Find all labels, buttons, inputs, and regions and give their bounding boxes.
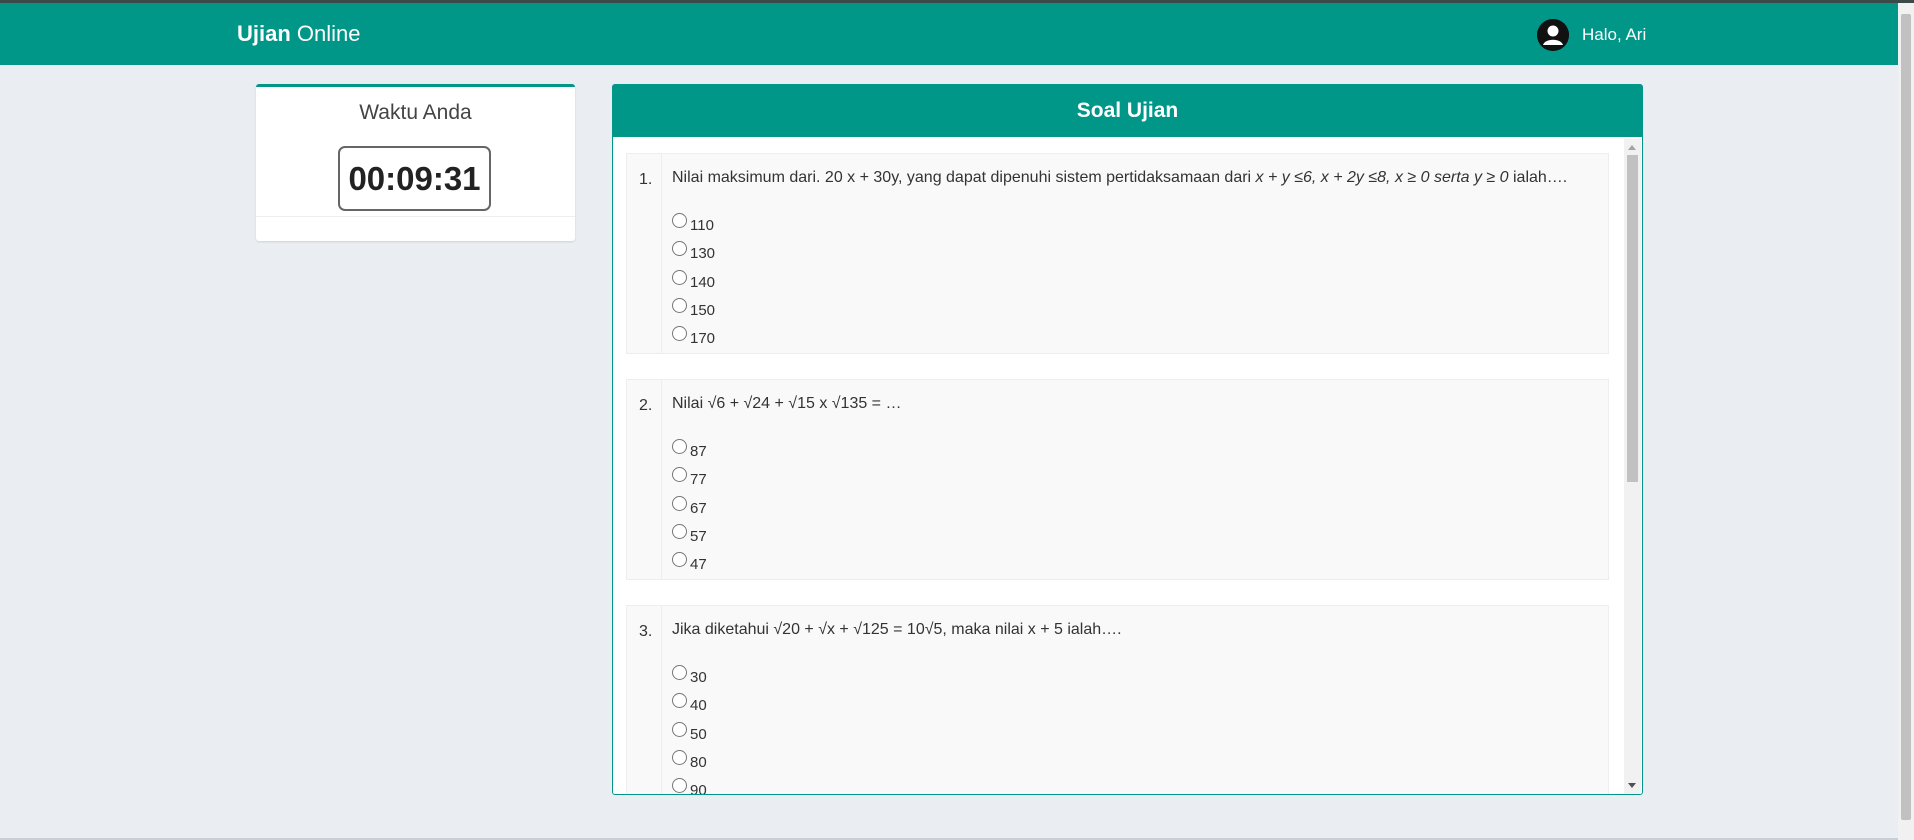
question-list-scrollbar[interactable] — [1624, 139, 1641, 794]
exam-title: Soal Ujian — [613, 85, 1642, 137]
answer-option[interactable]: 77 — [672, 463, 707, 491]
answer-option[interactable]: 87 — [672, 435, 707, 463]
answer-options: 30 40 50 80 90 — [672, 661, 707, 794]
answer-option[interactable]: 130 — [672, 237, 715, 265]
user-avatar-icon — [1537, 19, 1569, 51]
option-label: 67 — [690, 499, 707, 517]
question-item: 2. Nilai √6 + √24 + √15 x √135 = … 87 77… — [626, 379, 1609, 580]
radio-button[interactable] — [672, 467, 687, 483]
question-item: 3. Jika diketahui √20 + √x + √125 = 10√5… — [626, 605, 1609, 794]
answer-option[interactable]: 47 — [672, 548, 707, 576]
radio-button[interactable] — [672, 524, 687, 540]
question-number: 3. — [639, 623, 653, 640]
brand-logo[interactable]: Ujian Online — [237, 21, 361, 47]
option-label: 150 — [690, 302, 716, 320]
option-label: 57 — [690, 528, 707, 546]
radio-button[interactable] — [672, 439, 687, 455]
question-list[interactable]: 1. Nilai maksimum dari. 20 x + 30y, yang… — [613, 139, 1624, 794]
radio-button[interactable] — [672, 213, 687, 229]
question-text: Nilai maksimum dari. 20 x + 30y, yang da… — [672, 169, 1568, 186]
radio-button[interactable] — [672, 721, 687, 737]
timer-divider — [256, 216, 575, 217]
answer-option[interactable]: 30 — [672, 661, 707, 689]
answer-options: 110 130 140 150 170 — [672, 209, 715, 350]
user-greeting: Halo, Ari — [1582, 25, 1647, 44]
exam-card: Soal Ujian 1. Nilai maksimum dari. 20 x … — [612, 84, 1643, 795]
option-label: 47 — [690, 556, 707, 574]
option-label: 140 — [690, 273, 716, 291]
radio-button[interactable] — [672, 298, 687, 314]
radio-button[interactable] — [672, 326, 687, 342]
question-text: Nilai √6 + √24 + √15 x √135 = … — [672, 395, 902, 412]
radio-button[interactable] — [672, 778, 687, 794]
option-label: 30 — [690, 669, 707, 687]
navbar: Ujian Online Halo, Ari — [0, 3, 1898, 65]
radio-button[interactable] — [672, 495, 687, 511]
option-label: 40 — [690, 697, 707, 715]
answer-option[interactable]: 170 — [672, 322, 715, 350]
option-label: 90 — [690, 782, 707, 794]
option-label: 50 — [690, 725, 707, 743]
answer-option[interactable]: 57 — [672, 520, 707, 548]
page-scrollbar-thumb[interactable] — [1901, 14, 1911, 820]
option-label: 130 — [690, 245, 716, 263]
scroll-up-arrow-icon[interactable] — [1628, 145, 1636, 150]
timer-value: 00:09:31 — [348, 159, 481, 197]
radio-button[interactable] — [672, 552, 687, 568]
answer-option[interactable]: 110 — [672, 209, 715, 237]
timer-title: Waktu Anda — [359, 101, 472, 124]
option-label: 170 — [690, 330, 716, 348]
scroll-down-arrow-icon[interactable] — [1628, 783, 1636, 788]
question-number: 2. — [639, 397, 653, 414]
answer-option[interactable]: 90 — [672, 774, 707, 794]
answer-options: 87 77 67 57 47 — [672, 435, 707, 576]
timer-card: Waktu Anda 00:09:31 — [256, 84, 575, 241]
option-label: 80 — [690, 754, 707, 772]
question-item: 1. Nilai maksimum dari. 20 x + 30y, yang… — [626, 153, 1609, 354]
radio-button[interactable] — [672, 693, 687, 709]
question-number-cell: 2. — [627, 380, 662, 579]
radio-button[interactable] — [672, 269, 687, 285]
timer-display: 00:09:31 — [338, 146, 491, 211]
scrollbar-thumb[interactable] — [1627, 155, 1638, 482]
question-number-cell: 1. — [627, 154, 662, 353]
radio-button[interactable] — [672, 750, 687, 766]
option-label: 77 — [690, 471, 707, 489]
radio-button[interactable] — [672, 241, 687, 257]
option-label: 87 — [690, 443, 707, 461]
user-menu[interactable]: Halo, Ari — [1537, 19, 1646, 51]
answer-option[interactable]: 80 — [672, 746, 707, 774]
answer-option[interactable]: 40 — [672, 689, 707, 717]
brand-bold: Ujian — [237, 21, 291, 46]
question-number: 1. — [639, 171, 653, 188]
option-label: 110 — [690, 217, 714, 235]
radio-button[interactable] — [672, 665, 687, 681]
answer-option[interactable]: 140 — [672, 266, 715, 294]
question-text: Jika diketahui √20 + √x + √125 = 10√5, m… — [672, 621, 1122, 638]
brand-rest: Online — [290, 21, 361, 46]
question-number-cell: 3. — [627, 606, 662, 794]
answer-option[interactable]: 50 — [672, 718, 707, 746]
answer-option[interactable]: 67 — [672, 492, 707, 520]
answer-option[interactable]: 150 — [672, 294, 715, 322]
